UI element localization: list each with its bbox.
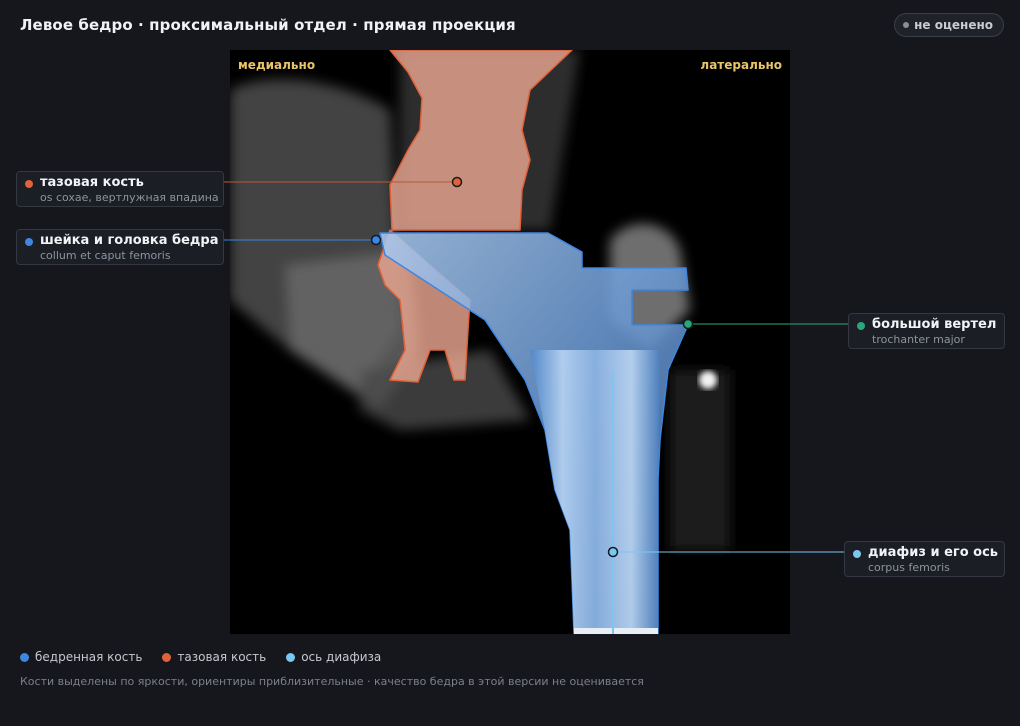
legend-axis-label: ось диафиза [301, 650, 382, 664]
status-badge: не оценено [894, 13, 1004, 37]
callout-pelvis-name: тазовая кость [40, 175, 144, 190]
xray-viewer[interactable]: медиально латерально [230, 50, 790, 634]
xray-image [230, 50, 730, 634]
trochanter-dot-icon [857, 322, 865, 330]
callout-trochanter-name: большой вертел [872, 317, 997, 332]
legend-item-pelvis: тазовая кость [162, 650, 266, 664]
neck-dot-icon [25, 238, 33, 246]
femur-shaft-segmentation [530, 350, 660, 634]
pelvis-legend-dot-icon [162, 652, 172, 662]
legend-item-axis: ось диафиза [286, 650, 381, 664]
shaft-cutoff-edge [574, 628, 658, 634]
footnote: Кости выделены по яркости, ориентиры при… [20, 675, 644, 688]
femur-dot-icon [20, 652, 29, 662]
callout-shaft-name: диафиз и его ось [868, 545, 999, 560]
pelvis-dot-icon [25, 180, 33, 188]
callout-pelvis[interactable]: тазовая кость os coxae, вертлужная впади… [16, 171, 224, 207]
page-title: Левое бедро · проксимальный отдел · прям… [20, 16, 516, 34]
shaft-dot-icon [853, 550, 861, 558]
callout-pelvis-latin: os coxae, вертлужная впадина [40, 191, 219, 204]
legend-item-femur: бедренная кость [20, 650, 142, 664]
legend: бедренная кость тазовая кость ось диафиз… [20, 650, 381, 664]
callout-neck-latin: collum et caput femoris [40, 249, 171, 262]
orientation-lateral: латерально [700, 58, 782, 72]
status-badge-label: не оценено [914, 18, 993, 32]
callout-neck-name: шейка и головка бедра [40, 233, 219, 248]
callout-trochanter[interactable]: большой вертел trochanter major [848, 313, 1005, 349]
status-dot-icon [903, 22, 910, 28]
orientation-medial: медиально [238, 58, 316, 72]
callout-shaft[interactable]: диафиз и его ось corpus femoris [844, 541, 1005, 577]
callout-shaft-latin: corpus femoris [868, 561, 950, 574]
callout-trochanter-latin: trochanter major [872, 333, 965, 346]
callout-neck[interactable]: шейка и головка бедра collum et caput fe… [16, 229, 224, 265]
axis-dot-icon [286, 652, 296, 662]
legend-femur-label: бедренная кость [35, 650, 143, 664]
bright-spot [699, 371, 717, 389]
legend-pelvis-label: тазовая кость [177, 650, 267, 664]
